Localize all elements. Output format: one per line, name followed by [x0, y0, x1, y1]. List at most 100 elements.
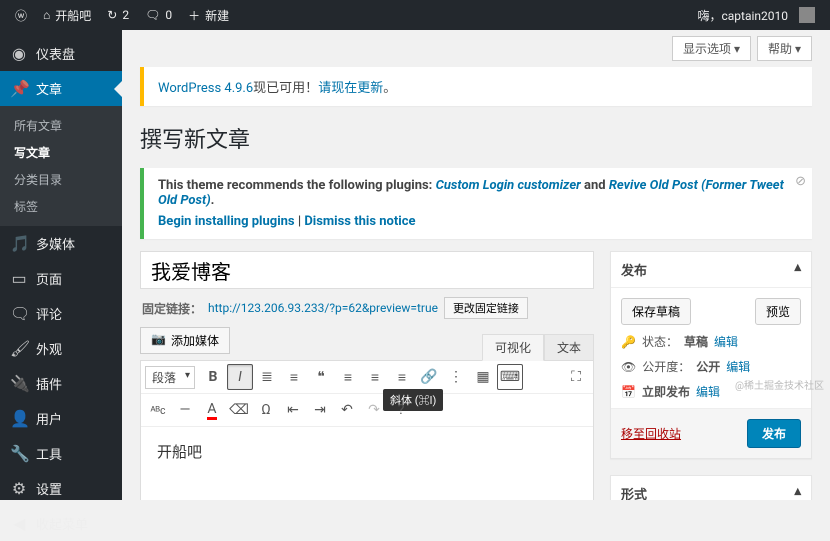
menu-collapse[interactable]: ◀收起菜单	[0, 506, 122, 541]
menu-media[interactable]: 🎵多媒体	[0, 226, 122, 261]
help-icon-button[interactable]: ?	[388, 397, 414, 423]
collapse-icon: ◀	[10, 514, 28, 533]
tab-text[interactable]: 文本	[544, 334, 594, 360]
refresh-icon: ↻	[107, 8, 117, 22]
link-button[interactable]: 🔗	[416, 364, 442, 390]
updates-link[interactable]: ↻2	[100, 0, 136, 30]
submenu-tags[interactable]: 标签	[0, 193, 122, 220]
menu-dashboard[interactable]: ◉仪表盘	[0, 36, 122, 71]
publish-button[interactable]: 发布	[747, 419, 801, 448]
help-button[interactable]: 帮助 ▾	[757, 36, 812, 61]
textcolor-button[interactable]: A	[199, 397, 225, 423]
keyboard-button[interactable]: ⌨	[497, 364, 523, 390]
save-draft-button[interactable]: 保存草稿	[621, 298, 691, 325]
trash-link[interactable]: 移至回收站	[621, 425, 681, 442]
toolbar-toggle-button[interactable]: ▦	[470, 364, 496, 390]
menu-comments[interactable]: 🗨评论	[0, 296, 122, 331]
menu-appearance[interactable]: 🖌外观	[0, 331, 122, 366]
account-link[interactable]: 嗨，captain2010	[690, 0, 822, 30]
page-icon: ▭	[10, 269, 28, 288]
user-icon: 👤	[10, 409, 28, 428]
plugin-icon: 🔌	[10, 374, 28, 393]
submenu-new-post[interactable]: 写文章	[0, 139, 122, 166]
format-select[interactable]: 段落	[145, 366, 195, 389]
align-left-button[interactable]: ≡	[335, 364, 361, 390]
home-icon: ⌂	[43, 8, 50, 22]
menu-users[interactable]: 👤用户	[0, 401, 122, 436]
page-title: 撰写新文章	[140, 122, 812, 154]
submenu-all-posts[interactable]: 所有文章	[0, 112, 122, 139]
menu-tools[interactable]: 🔧工具	[0, 436, 122, 471]
site-link[interactable]: ⌂开船吧	[36, 0, 98, 30]
wrench-icon: 🔧	[10, 444, 28, 463]
specialchar-button[interactable]: Ω	[253, 397, 279, 423]
status-line: 🔑状态：草稿编辑	[621, 333, 801, 350]
dashboard-icon: ◉	[10, 44, 28, 63]
edit-status-link[interactable]: 编辑	[714, 333, 738, 350]
comment-icon: 🗨	[145, 8, 160, 22]
admin-sidebar: ◉仪表盘 📌文章 所有文章 写文章 分类目录 标签 🎵多媒体 ▭页面 🗨评论 🖌…	[0, 30, 122, 500]
avatar-icon	[799, 7, 815, 23]
bullet-list-button[interactable]: ≣	[254, 364, 280, 390]
quote-button[interactable]: ❝	[308, 364, 334, 390]
permalink-url[interactable]: http://123.206.93.233/?p=62&preview=true	[208, 301, 438, 315]
dismiss-notice-icon[interactable]: ⊘	[795, 174, 806, 189]
edit-schedule-link[interactable]: 编辑	[696, 383, 720, 400]
format-heading[interactable]: 形式▴	[611, 476, 811, 500]
preview-button[interactable]: 预览	[755, 298, 801, 325]
screen-options-button[interactable]: 显示选项 ▾	[672, 36, 751, 61]
indent-button[interactable]: ⇥	[307, 397, 333, 423]
menu-posts[interactable]: 📌文章	[0, 71, 122, 106]
begin-install-link[interactable]: Begin installing plugins	[158, 214, 295, 229]
tab-visual[interactable]: 可视化	[482, 334, 544, 361]
new-content-link[interactable]: ＋新建	[181, 0, 236, 30]
fullscreen-button[interactable]: ⛶	[563, 364, 589, 390]
posts-submenu: 所有文章 写文章 分类目录 标签	[0, 106, 122, 226]
clear-button[interactable]: ⌫	[226, 397, 252, 423]
undo-button[interactable]: ↶	[334, 397, 360, 423]
add-media-button[interactable]: 📷添加媒体	[140, 327, 230, 354]
camera-icon: 📷	[151, 332, 166, 349]
submenu-categories[interactable]: 分类目录	[0, 166, 122, 193]
align-right-button[interactable]: ≡	[389, 364, 415, 390]
calendar-icon: 📅	[621, 385, 636, 399]
plugin-link-1[interactable]: Custom Login customizer	[436, 178, 581, 193]
strike-button[interactable]: ᴬᴮᴄ	[145, 397, 171, 423]
format-box: 形式▴ 📌标准 📄日志 🖼相册 🔗链接	[610, 475, 812, 500]
menu-plugins[interactable]: 🔌插件	[0, 366, 122, 401]
menu-settings[interactable]: ⚙设置	[0, 471, 122, 506]
update-now-link[interactable]: 请现在更新	[318, 81, 383, 96]
align-center-button[interactable]: ≡	[362, 364, 388, 390]
plugin-notice: ⊘ This theme recommends the following pl…	[140, 168, 812, 239]
editor-toolbar-2: ᴬᴮᴄ — A ⌫ Ω ⇤ ⇥ ↶ ↷ ?	[141, 394, 593, 427]
change-permalink-button[interactable]: 更改固定链接	[444, 297, 528, 319]
edit-visibility-link[interactable]: 编辑	[726, 358, 750, 375]
bold-button[interactable]: B	[200, 364, 226, 390]
number-list-button[interactable]: ≡	[281, 364, 307, 390]
pin-icon: 📌	[10, 79, 28, 98]
publish-heading[interactable]: 发布▴	[611, 252, 811, 288]
italic-button[interactable]: I	[227, 364, 253, 390]
wp-logo[interactable]: ⓦ	[8, 0, 34, 30]
dismiss-notice-link[interactable]: Dismiss this notice	[304, 214, 415, 229]
visibility-line: 👁公开度：公开编辑	[621, 358, 801, 375]
editor-toolbar-1: 段落 B I ≣ ≡ ❝ ≡ ≡ ≡ 🔗 ⋮ ▦ ⌨ ⛶ 斜体	[141, 361, 593, 394]
permalink-row: 固定链接： http://123.206.93.233/?p=62&previe…	[140, 289, 594, 327]
outdent-button[interactable]: ⇤	[280, 397, 306, 423]
watermark: @稀土掘金技术社区	[735, 377, 824, 392]
hr-button[interactable]: —	[172, 397, 198, 423]
redo-button[interactable]: ↷	[361, 397, 387, 423]
editor-body[interactable]: 开船吧	[141, 427, 593, 500]
readmore-button[interactable]: ⋮	[443, 364, 469, 390]
eye-icon: 👁	[621, 360, 636, 374]
comments-link[interactable]: 🗨0	[138, 0, 179, 30]
brush-icon: 🖌	[10, 339, 28, 358]
wp-version-link[interactable]: WordPress 4.9.6	[158, 81, 253, 96]
chevron-up-icon: ▴	[794, 260, 801, 279]
plus-icon: ＋	[188, 7, 200, 24]
post-title-input[interactable]	[140, 251, 594, 289]
menu-pages[interactable]: ▭页面	[0, 261, 122, 296]
admin-toolbar: ⓦ ⌂开船吧 ↻2 🗨0 ＋新建 嗨，captain2010	[0, 0, 830, 30]
update-notice: WordPress 4.9.6现已可用！请现在更新。	[140, 67, 812, 106]
key-icon: 🔑	[621, 335, 636, 349]
